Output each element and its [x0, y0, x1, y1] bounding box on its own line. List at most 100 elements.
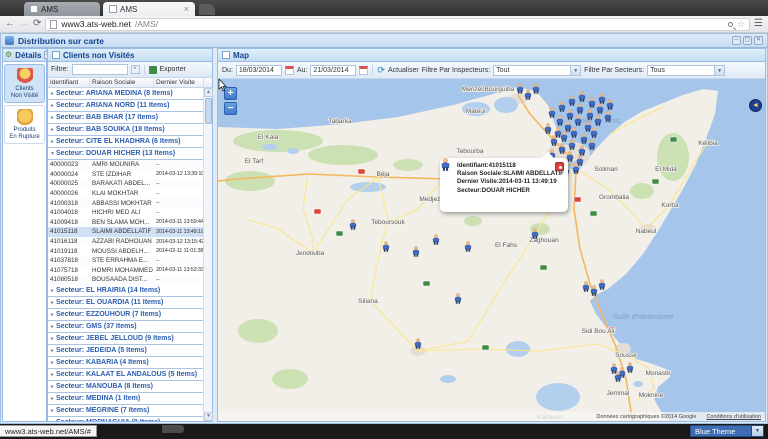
map-canvas[interactable]: TabarkaEl KalaEl TarfMateurMenzel Bourgu…	[218, 79, 765, 421]
client-row[interactable]: 41019118MOUSSI ABDELH...2014-02-11 11:01…	[48, 246, 204, 256]
scroll-up-icon[interactable]: ▲	[204, 88, 213, 97]
group-collapse-icon[interactable]: ▾	[51, 151, 54, 157]
group-expand-icon[interactable]: ▸	[51, 312, 54, 318]
export-button[interactable]: Exporter	[160, 66, 186, 73]
clear-filter-icon[interactable]: ×	[131, 65, 140, 74]
sidebar-item-clients-non-visite[interactable]: Clients Non Visité	[4, 64, 45, 103]
group-row[interactable]: ▸Secteur: EZZOUHOUR (7 Items)	[48, 309, 204, 321]
client-row[interactable]: 41009418BEN SLAMA MOH...2014-03-11 13:59…	[48, 218, 204, 228]
scroll-down-icon[interactable]: ▼	[204, 412, 213, 421]
group-expand-icon[interactable]: ▸	[51, 139, 54, 145]
restore-icon[interactable]: ▢	[743, 36, 752, 45]
client-row[interactable]: 41016118AZZABI RADHOUAN2014-03-12 13:15:…	[48, 237, 204, 247]
column-identifiant[interactable]: Identifiant	[48, 78, 90, 87]
inspecteurs-select[interactable]: Tout ▼	[493, 65, 581, 76]
details-header[interactable]: ⚙ Détails −	[3, 49, 46, 62]
client-row[interactable]: 41037818STE ERRAHMA E...--	[48, 256, 204, 266]
client-row[interactable]: 40000023AMRI MOUNIRA--	[48, 160, 204, 170]
scroll-thumb[interactable]	[205, 98, 212, 124]
filter-input[interactable]	[72, 64, 128, 75]
group-expand-icon[interactable]: ▸	[51, 420, 54, 421]
theme-select[interactable]: Blue Theme ▼	[690, 425, 764, 437]
group-row[interactable]: ▸Secteur: EL HRAIRIA (14 Items)	[48, 285, 204, 297]
actualiser-button[interactable]: Actualiser	[388, 67, 419, 74]
column-raison-sociale[interactable]: Raison Sociale	[90, 78, 154, 87]
chevron-down-icon[interactable]: ▼	[751, 426, 763, 436]
client-row[interactable]: 40000024STE IZDIHAR2014-03-12 13:39:10	[48, 170, 204, 180]
group-row[interactable]: ▸Secteur: JEBEL JELLOUD (9 Items)	[48, 333, 204, 345]
group-row[interactable]: ▾Secteur: DOUAR HICHER (13 Items)	[48, 148, 204, 160]
group-expand-icon[interactable]: ▸	[51, 103, 54, 109]
group-row[interactable]: ▸Secteur: MEDINA (1 Item)	[48, 393, 204, 405]
close-icon[interactable]: ✕	[754, 36, 763, 45]
group-row[interactable]: ▸Secteur: KALAAT EL ANDALOUS (5 Items)	[48, 369, 204, 381]
map-town-label: Sidi Bou Ali	[582, 328, 615, 335]
list-scrollbar[interactable]: ▲ ▼	[203, 88, 212, 421]
expand-panel-icon[interactable]: ◄	[749, 99, 762, 112]
group-row[interactable]: ▸Secteur: MEGRINE (7 Items)	[48, 405, 204, 417]
client-row[interactable]: 41015118SLAIMI ABDELLATIF2014-03-11 13:4…	[48, 227, 204, 237]
group-row[interactable]: ▸Secteur: KABARIA (4 Items)	[48, 357, 204, 369]
client-row[interactable]: 41080518BOUSAADA DIST...--	[48, 275, 204, 285]
group-expand-icon[interactable]: ▸	[51, 336, 54, 342]
client-row[interactable]: 40000026KLAI MOKHTAR--	[48, 189, 204, 199]
minimize-icon[interactable]: ─	[732, 36, 741, 45]
group-row[interactable]: ▸Secteur: ARIANA MEDINA (8 Items)	[48, 88, 204, 100]
client-row[interactable]: 41004018HICHRI MED ALI--	[48, 208, 204, 218]
group-row[interactable]: ▸Secteur: BAB SOUIKA (18 Items)	[48, 124, 204, 136]
group-expand-icon[interactable]: ▸	[51, 288, 54, 294]
secteurs-select[interactable]: Tous ▼	[647, 65, 725, 76]
group-label: Secteur: MORNAGUIA (8 Items)	[56, 419, 160, 421]
browser-tab-1[interactable]: AMS	[24, 2, 100, 16]
new-tab-button[interactable]	[199, 4, 215, 15]
reload-icon[interactable]: ⟳	[33, 19, 41, 29]
date-from-input[interactable]: 18/03/2014	[236, 65, 282, 76]
group-row[interactable]: ▸Secteur: CITE EL KHADHRA (6 Items)	[48, 136, 204, 148]
group-row[interactable]: ▸Secteur: EL OUARDIA (11 Items)	[48, 297, 204, 309]
chevron-down-icon[interactable]: ▼	[570, 66, 580, 75]
calendar-icon[interactable]	[359, 66, 368, 75]
group-row[interactable]: ▸Secteur: BAB BHAR (17 Items)	[48, 112, 204, 124]
group-expand-icon[interactable]: ▸	[51, 384, 54, 390]
group-expand-icon[interactable]: ▸	[51, 396, 54, 402]
clients-panel-header: Clients non Visités	[48, 49, 212, 62]
back-icon[interactable]: ←	[5, 19, 15, 29]
group-row[interactable]: ▸Secteur: JEDEIDA (5 Items)	[48, 345, 204, 357]
forward-icon[interactable]: →	[19, 19, 29, 29]
chevron-down-icon[interactable]: ▼	[714, 66, 724, 75]
group-row[interactable]: ▸Secteur: MORNAGUIA (8 Items)	[48, 417, 204, 421]
client-row[interactable]: 41000318ABBASSI MOKHTAR--	[48, 198, 204, 208]
client-row[interactable]: 41075718HOMRI MOHAMMED2014-03-11 13:53:3…	[48, 266, 204, 276]
search-icon[interactable]	[728, 22, 733, 27]
browser-tab-bar: AMS AMS ×	[0, 0, 768, 16]
tab-close-icon[interactable]: ×	[184, 5, 189, 14]
group-expand-icon[interactable]: ▸	[51, 91, 54, 97]
calendar-icon[interactable]	[285, 66, 294, 75]
group-expand-icon[interactable]: ▸	[51, 360, 54, 366]
marker-flag-icon[interactable]	[555, 162, 564, 171]
group-label: Secteur: JEDEIDA (5 Items)	[56, 347, 147, 354]
group-expand-icon[interactable]: ▸	[51, 300, 54, 306]
column-dernier-visite[interactable]: Dernier Visite	[154, 78, 204, 87]
browser-tab-2[interactable]: AMS ×	[103, 2, 195, 16]
url-bar[interactable]: www3.ats-web.net /AMS/ ☆	[45, 18, 750, 31]
bookmark-star-icon[interactable]: ☆	[737, 20, 745, 29]
group-row[interactable]: ▸Secteur: GMS (37 Items)	[48, 321, 204, 333]
sidebar-item-produits-en-rupture[interactable]: Produits En Rupture	[4, 105, 45, 144]
client-row[interactable]: 40000025BARAKATI ABDEL...--	[48, 179, 204, 189]
zoom-out-button[interactable]: −	[224, 102, 237, 115]
group-row[interactable]: ▸Secteur: MANOUBA (8 Items)	[48, 381, 204, 393]
group-expand-icon[interactable]: ▸	[51, 372, 54, 378]
map-town-label: Jemmal	[607, 390, 630, 397]
group-expand-icon[interactable]: ▸	[51, 115, 54, 121]
group-expand-icon[interactable]: ▸	[51, 324, 54, 330]
date-to-input[interactable]: 21/03/2014	[310, 65, 356, 76]
group-label: Secteur: GMS (37 Items)	[56, 323, 137, 330]
group-row[interactable]: ▸Secteur: ARIANA NORD (11 Items)	[48, 100, 204, 112]
refresh-icon[interactable]: ⟳	[377, 66, 385, 75]
browser-menu-icon[interactable]: ☰	[754, 19, 763, 29]
group-expand-icon[interactable]: ▸	[51, 127, 54, 133]
group-expand-icon[interactable]: ▸	[51, 348, 54, 354]
terms-link[interactable]: Conditions d'utilisation	[706, 414, 761, 420]
group-expand-icon[interactable]: ▸	[51, 408, 54, 414]
